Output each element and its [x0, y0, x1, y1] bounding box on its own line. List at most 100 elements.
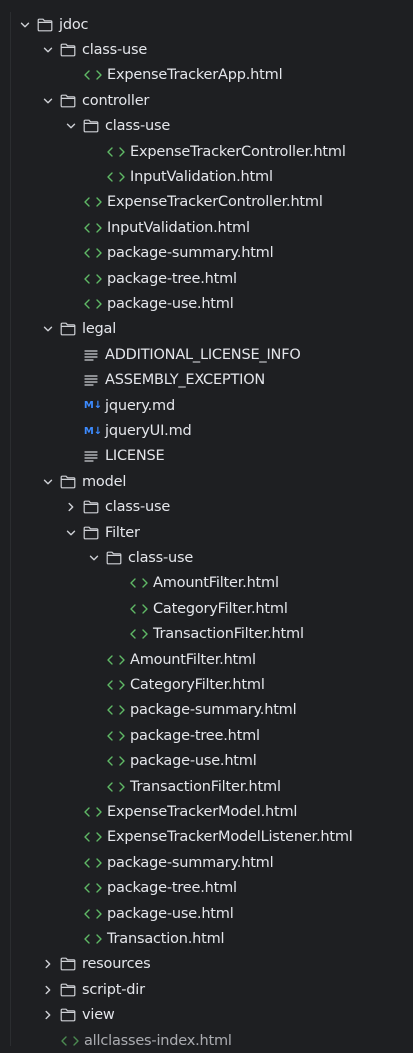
tree-item-amountfilter-html[interactable]: AmountFilter.html — [11, 571, 413, 596]
html-file-icon — [83, 195, 103, 209]
tree-item-expensetrackercontroller-html[interactable]: ExpenseTrackerController.html — [11, 190, 413, 215]
chevron-down-icon[interactable] — [42, 44, 54, 56]
tree-item-label: ExpenseTrackerApp.html — [107, 67, 283, 84]
tree-item-class-use[interactable]: class-use — [11, 37, 413, 62]
tree-item-package-summary-html[interactable]: package-summary.html — [11, 698, 413, 723]
tree-item-label: Transaction.html — [107, 931, 225, 948]
chevron-right-icon[interactable] — [65, 501, 77, 513]
tree-item-amountfilter-html[interactable]: AmountFilter.html — [11, 647, 413, 672]
tree-item-jquery-md[interactable]: M↓ jquery.md — [11, 393, 413, 418]
tree-item-jqueryui-md[interactable]: M↓ jqueryUI.md — [11, 418, 413, 443]
tree-item-package-use-html[interactable]: package-use.html — [11, 749, 413, 774]
html-file-icon — [83, 297, 103, 311]
tree-item-transactionfilter-html[interactable]: TransactionFilter.html — [11, 622, 413, 647]
chevron-down-icon[interactable] — [65, 527, 77, 539]
tree-item-label: package-summary.html — [130, 702, 297, 719]
tree-item-label: package-summary.html — [107, 854, 274, 871]
chevron-down-icon[interactable] — [42, 323, 54, 335]
tree-item-transactionfilter-html[interactable]: TransactionFilter.html — [11, 774, 413, 799]
tree-item-package-use-html[interactable]: package-use.html — [11, 901, 413, 926]
tree-item-label: CategoryFilter.html — [153, 600, 288, 617]
folder-icon — [37, 18, 53, 32]
chevron-down-icon[interactable] — [65, 120, 77, 132]
markdown-file-icon: M↓ — [83, 425, 103, 437]
html-file-icon — [129, 576, 149, 590]
tree-item-expensetrackercontroller-html[interactable]: ExpenseTrackerController.html — [11, 139, 413, 164]
html-file-icon — [83, 907, 103, 921]
html-file-icon — [83, 221, 103, 235]
tree-item-label: package-tree.html — [130, 727, 260, 744]
tree-item-label: ADDITIONAL_LICENSE_INFO — [105, 346, 301, 363]
tree-item-resources[interactable]: resources — [11, 952, 413, 977]
tree-item-label: package-summary.html — [107, 245, 274, 262]
chevron-down-icon[interactable] — [88, 552, 100, 564]
html-file-icon — [106, 653, 126, 667]
tree-item-label: class-use — [82, 42, 148, 59]
html-file-icon — [129, 627, 149, 641]
tree-item-allclasses-index-html[interactable]: allclasses-index.html — [11, 1028, 413, 1053]
tree-item-jdoc[interactable]: jdoc — [11, 12, 413, 37]
tree-item-legal[interactable]: legal — [11, 317, 413, 342]
tree-item-class-use[interactable]: class-use — [11, 114, 413, 139]
tree-item-expensetrackerapp-html[interactable]: ExpenseTrackerApp.html — [11, 63, 413, 88]
tree-item-model[interactable]: model — [11, 469, 413, 494]
tree-item-controller[interactable]: controller — [11, 88, 413, 113]
tree-item-label: class-use — [105, 118, 171, 135]
tree-item-categoryfilter-html[interactable]: CategoryFilter.html — [11, 596, 413, 621]
tree-item-package-tree-html[interactable]: package-tree.html — [11, 266, 413, 291]
tree-item-label: jqueryUI.md — [105, 423, 192, 440]
html-file-icon — [106, 754, 126, 768]
tree-item-label: jdoc — [59, 16, 89, 33]
tree-item-label: LICENSE — [105, 448, 165, 465]
tree-item-assembly-exception[interactable]: ASSEMBLY_EXCEPTION — [11, 368, 413, 393]
tree-item-label: CategoryFilter.html — [130, 677, 265, 694]
html-file-icon — [83, 856, 103, 870]
folder-icon — [106, 551, 122, 565]
html-file-icon — [83, 805, 103, 819]
folder-icon — [60, 1008, 76, 1022]
folder-icon — [60, 983, 76, 997]
tree-item-package-tree-html[interactable]: package-tree.html — [11, 876, 413, 901]
tree-item-label: ExpenseTrackerController.html — [130, 143, 346, 160]
tree-item-label: ExpenseTrackerModelListener.html — [107, 829, 353, 846]
tree-item-package-summary-html[interactable]: package-summary.html — [11, 850, 413, 875]
tree-item-categoryfilter-html[interactable]: CategoryFilter.html — [11, 672, 413, 697]
chevron-right-icon[interactable] — [42, 958, 54, 970]
text-file-icon — [83, 449, 99, 463]
html-file-icon — [129, 602, 149, 616]
tree-item-package-tree-html[interactable]: package-tree.html — [11, 723, 413, 748]
html-file-icon — [83, 246, 103, 260]
tree-item-package-use-html[interactable]: package-use.html — [11, 291, 413, 316]
tree-item-label: class-use — [128, 550, 194, 567]
tree-item-class-use[interactable]: class-use — [11, 545, 413, 570]
html-file-icon — [83, 68, 103, 82]
tree-item-transaction-html[interactable]: Transaction.html — [11, 926, 413, 951]
tree-item-license[interactable]: LICENSE — [11, 444, 413, 469]
chevron-down-icon[interactable] — [19, 19, 31, 31]
html-file-icon — [83, 932, 103, 946]
tree-item-expensetrackermodel-html[interactable]: ExpenseTrackerModel.html — [11, 799, 413, 824]
tree-item-label: package-tree.html — [107, 880, 237, 897]
html-file-icon — [106, 780, 126, 794]
chevron-right-icon[interactable] — [42, 1009, 54, 1021]
text-file-icon — [83, 373, 99, 387]
tree-item-additional-license-info[interactable]: ADDITIONAL_LICENSE_INFO — [11, 342, 413, 367]
folder-icon — [83, 500, 99, 514]
tree-item-inputvalidation-html[interactable]: InputValidation.html — [11, 164, 413, 189]
tree-item-filter[interactable]: Filter — [11, 520, 413, 545]
tree-item-expensetrackermodellistener-html[interactable]: ExpenseTrackerModelListener.html — [11, 825, 413, 850]
html-file-icon — [106, 145, 126, 159]
tree-item-label: model — [82, 473, 127, 490]
folder-icon — [60, 475, 76, 489]
tree-item-script-dir[interactable]: script-dir — [11, 977, 413, 1002]
tree-item-label: jquery.md — [105, 397, 175, 414]
tree-item-label: package-tree.html — [107, 270, 237, 287]
chevron-down-icon[interactable] — [42, 95, 54, 107]
chevron-right-icon[interactable] — [42, 984, 54, 996]
folder-icon — [83, 526, 99, 540]
chevron-down-icon[interactable] — [42, 476, 54, 488]
tree-item-package-summary-html[interactable]: package-summary.html — [11, 241, 413, 266]
tree-item-inputvalidation-html[interactable]: InputValidation.html — [11, 215, 413, 240]
tree-item-view[interactable]: view — [11, 1003, 413, 1028]
tree-item-class-use[interactable]: class-use — [11, 495, 413, 520]
